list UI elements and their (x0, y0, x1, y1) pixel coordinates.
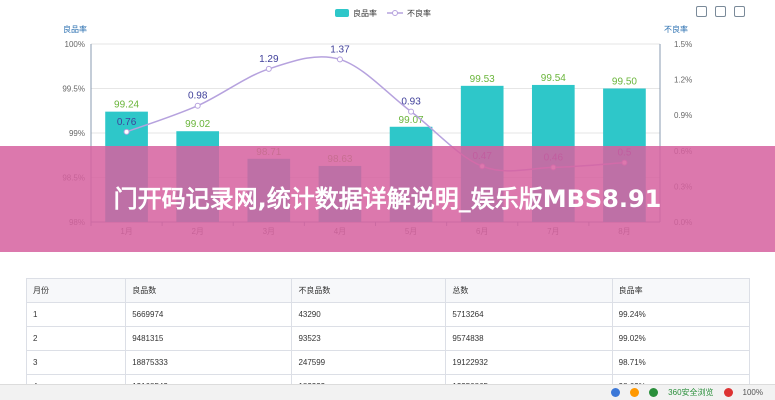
table-cell: 93523 (291, 326, 447, 351)
line-value-label: 0.98 (188, 91, 208, 102)
bar-value-label: 99.02 (185, 119, 210, 130)
zoom-level[interactable]: 100% (743, 388, 763, 397)
line-point (408, 108, 415, 115)
left-tick-label: 99% (69, 129, 85, 138)
table-cell: 2 (25, 326, 127, 351)
table-cell: 98.71% (611, 350, 751, 375)
table-cell: 43290 (291, 302, 447, 327)
spacer (0, 252, 775, 278)
table-cell: 5669974 (125, 302, 293, 327)
speed-label[interactable]: 360安全浏览 (668, 387, 713, 398)
table-cell: 1 (25, 302, 127, 327)
table-header-row: 月份 良品数 不良品数 总数 良品率 (25, 278, 751, 303)
table-cell: 99.02% (611, 326, 751, 351)
bar-value-label: 99.50 (612, 77, 637, 88)
line-point (194, 102, 201, 109)
chart-toolbar (696, 6, 745, 17)
line-value-label: 1.29 (259, 54, 279, 65)
line-value-label: 0.76 (117, 117, 137, 128)
table-cell: 5713264 (445, 302, 613, 327)
table-header-cell: 总数 (445, 278, 613, 303)
download-icon[interactable] (723, 388, 733, 397)
left-tick-label: 99.5% (62, 85, 85, 94)
bar-value-label: 99.53 (470, 74, 495, 85)
speed-icon[interactable] (649, 388, 659, 397)
right-axis-name: 不良率 (664, 24, 688, 34)
bar-value-label: 99.54 (541, 73, 566, 84)
line-point (336, 56, 343, 63)
legend-swatch-line-point (392, 10, 398, 16)
left-axis-name: 良品率 (63, 24, 87, 34)
legend-label-line: 不良率 (407, 8, 431, 18)
table-header-cell: 月份 (25, 278, 127, 303)
sync-icon[interactable] (630, 388, 640, 397)
line-value-label: 1.37 (330, 44, 350, 55)
bar-value-label: 99.24 (114, 100, 139, 111)
right-tick-label: 0.9% (674, 111, 692, 120)
table-cell: 3 (25, 350, 127, 375)
line-point (265, 65, 272, 72)
table-header-cell: 良品数 (125, 278, 293, 303)
table-header-cell: 良品率 (611, 278, 751, 303)
left-tick-label: 100% (65, 40, 85, 49)
save-image-icon[interactable] (734, 6, 745, 17)
legend-label-bar: 良品率 (353, 8, 377, 18)
table-cell: 18875333 (125, 350, 293, 375)
right-tick-label: 1.5% (674, 40, 692, 49)
table-row: 3 18875333 247599 19122932 98.71% (25, 350, 751, 375)
table-cell: 99.24% (611, 302, 751, 327)
table-cell: 9481315 (125, 326, 293, 351)
table-cell: 9574838 (445, 326, 613, 351)
bar-value-label: 99.07 (399, 115, 424, 126)
browser-status-bar: 360安全浏览 100% (0, 384, 775, 400)
restore-icon[interactable] (715, 6, 726, 17)
shield-icon[interactable] (611, 388, 621, 397)
table-header-cell: 不良品数 (291, 278, 447, 303)
table-row: 1 5669974 43290 5713264 99.24% (25, 302, 751, 327)
legend-swatch-bar (335, 9, 349, 17)
table-cell: 247599 (291, 350, 447, 375)
watermark-banner: 门开码记录网,统计数据详解说明_娱乐版MBS8.91 (0, 146, 775, 252)
data-view-icon[interactable] (696, 6, 707, 17)
table-row: 2 9481315 93523 9574838 99.02% (25, 326, 751, 351)
right-tick-label: 1.2% (674, 76, 692, 85)
table-cell: 19122932 (445, 350, 613, 375)
data-table: 月份 良品数 不良品数 总数 良品率 1 5669974 43290 5713264 99.24… (25, 278, 751, 399)
line-value-label: 0.93 (401, 97, 421, 108)
line-point (123, 128, 130, 135)
banner-text: 门开码记录网,统计数据详解说明_娱乐版MBS8.91 (113, 185, 662, 213)
